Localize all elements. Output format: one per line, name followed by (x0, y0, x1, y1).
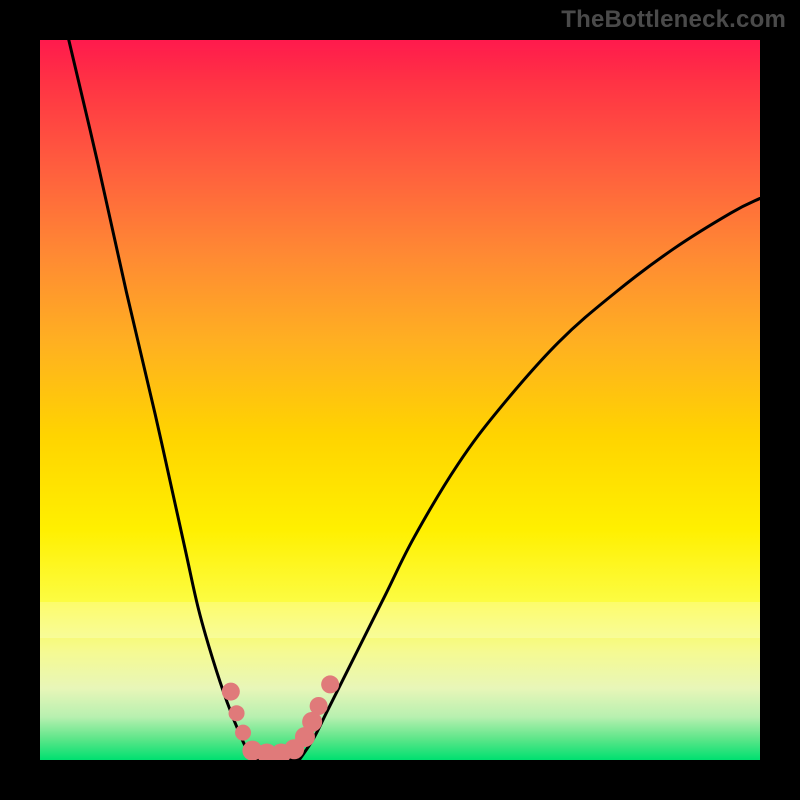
valley-marker (235, 725, 251, 741)
curve-left-branch (69, 40, 253, 760)
valley-marker (229, 705, 245, 721)
valley-marker (321, 675, 339, 693)
valley-marker (222, 683, 240, 701)
chart-frame: TheBottleneck.com (0, 0, 800, 800)
watermark-text: TheBottleneck.com (561, 6, 786, 34)
curve-right-branch (299, 198, 760, 760)
valley-marker (310, 697, 328, 715)
chart-plot-area (40, 40, 760, 760)
chart-svg (40, 40, 760, 760)
